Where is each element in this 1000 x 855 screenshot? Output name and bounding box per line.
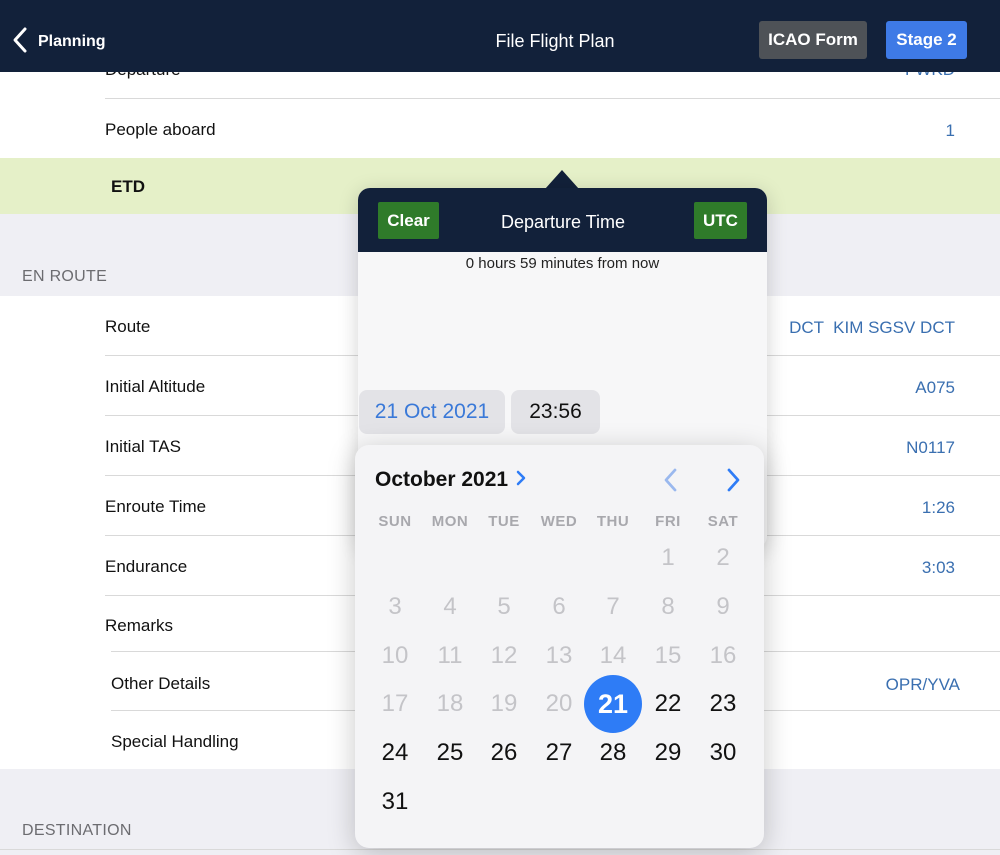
destination-header: DESTINATION: [22, 822, 132, 839]
back-button[interactable]: Planning: [12, 26, 106, 54]
calendar-day: 14: [599, 642, 627, 669]
weekday-label-wed: WED: [540, 513, 578, 530]
next-month-button[interactable]: [723, 467, 743, 498]
page-title: File Flight Plan: [495, 31, 615, 51]
stage-2-button[interactable]: Stage 2: [886, 21, 967, 59]
calendar-day: 13: [545, 642, 573, 669]
weekday-label-mon: MON: [431, 513, 469, 530]
people-aboard-label: People aboard: [105, 120, 216, 139]
chevron-right-icon: [516, 468, 526, 492]
weekday-label-thu: THU: [596, 513, 630, 530]
month-year-selector[interactable]: October 2021: [375, 467, 526, 492]
calendar-day[interactable]: 28: [586, 729, 640, 777]
calendar-day[interactable]: 30: [696, 729, 750, 777]
departure-row[interactable]: Departure FWKD: [0, 72, 1000, 99]
icao-form-button[interactable]: ICAO Form: [759, 21, 867, 59]
calendar-day: 3: [388, 593, 402, 620]
calendar-popup: October 2021 SUN MON TUE WED THU FRI SAT 1 2 3 4 5 6…: [355, 445, 764, 848]
calendar-day: 8: [661, 593, 675, 620]
popover-arrow: [545, 170, 579, 189]
calendar-day[interactable]: 27: [532, 729, 586, 777]
calendar-day: 20: [545, 690, 573, 717]
route-value: DCT KIM SGSV DCT: [789, 318, 955, 337]
calendar-day[interactable]: 22: [641, 680, 695, 728]
calendar-day[interactable]: 26: [477, 729, 531, 777]
special-handling-label: Special Handling: [111, 732, 239, 751]
en-route-header: EN ROUTE: [22, 268, 108, 285]
nav-bar: Planning File Flight Plan ICAO Form Stag…: [0, 0, 1000, 72]
calendar-day: 18: [436, 690, 464, 717]
enroute-time-label: Enroute Time: [105, 497, 207, 516]
calendar-day[interactable]: 24: [368, 729, 422, 777]
chevron-right-icon: [723, 468, 743, 497]
calendar-day: 19: [490, 690, 518, 717]
calendar-day-number: 21: [597, 689, 629, 719]
calendar-day: 11: [437, 642, 463, 669]
time-picker-button[interactable]: 23:56: [511, 390, 600, 434]
calendar-day: 16: [709, 642, 737, 669]
chevron-left-icon: [661, 468, 681, 497]
calendar-day: 15: [654, 642, 682, 669]
initial-tas-label: Initial TAS: [105, 437, 181, 456]
other-details-label: Other Details: [111, 674, 211, 693]
previous-month-button[interactable]: [661, 467, 681, 498]
weekday-label-sun: SUN: [378, 513, 412, 530]
initial-altitude-value: A075: [915, 378, 955, 397]
chevron-left-icon: [12, 26, 28, 54]
route-label: Route: [105, 317, 151, 336]
calendar-day: 17: [381, 690, 409, 717]
departure-value: FWKD: [905, 72, 955, 80]
calendar-day[interactable]: 25: [423, 729, 477, 777]
initial-tas-value: N0117: [906, 438, 955, 457]
time-from-now-text: 0 hours 59 minutes from now: [465, 255, 660, 272]
calendar-day: 5: [497, 593, 511, 620]
calendar-day: 12: [490, 642, 518, 669]
calendar-day: 10: [381, 642, 409, 669]
calendar-day: 6: [552, 593, 566, 620]
endurance-label: Endurance: [105, 557, 188, 576]
people-aboard-value: 1: [945, 121, 955, 140]
remarks-label: Remarks: [105, 616, 174, 635]
weekday-label-fri: FRI: [655, 513, 681, 530]
calendar-day: 9: [716, 593, 730, 620]
calendar-day[interactable]: 23: [696, 680, 750, 728]
endurance-value: 3:03: [921, 558, 955, 577]
calendar-day: 1: [661, 544, 675, 571]
weekday-label-sat: SAT: [707, 513, 739, 530]
date-picker-button[interactable]: 21 Oct 2021: [359, 390, 505, 434]
departure-label: Departure: [105, 72, 181, 80]
back-label: Planning: [38, 33, 106, 50]
other-details-value: OPR/YVA: [885, 675, 960, 694]
enroute-time-value: 1:26: [921, 498, 955, 517]
calendar-day[interactable]: 31: [368, 778, 422, 826]
clear-button[interactable]: Clear: [378, 202, 439, 239]
utc-button[interactable]: UTC: [694, 202, 747, 239]
month-year-label: October 2021: [375, 467, 509, 491]
divider: [0, 849, 1000, 850]
popover-header: Clear Departure Time UTC: [358, 188, 767, 252]
initial-altitude-label: Initial Altitude: [105, 377, 206, 396]
calendar-day: 4: [443, 593, 457, 620]
calendar-day: 7: [606, 593, 620, 620]
calendar-day[interactable]: 29: [641, 729, 695, 777]
etd-label: ETD: [111, 177, 145, 196]
weekday-label-tue: TUE: [488, 513, 520, 530]
calendar-day: 2: [716, 544, 730, 571]
people-aboard-row[interactable]: People aboard 1: [0, 99, 1000, 158]
calendar-day-selected[interactable]: 21: [584, 675, 642, 733]
popover-title: Departure Time: [500, 212, 626, 232]
